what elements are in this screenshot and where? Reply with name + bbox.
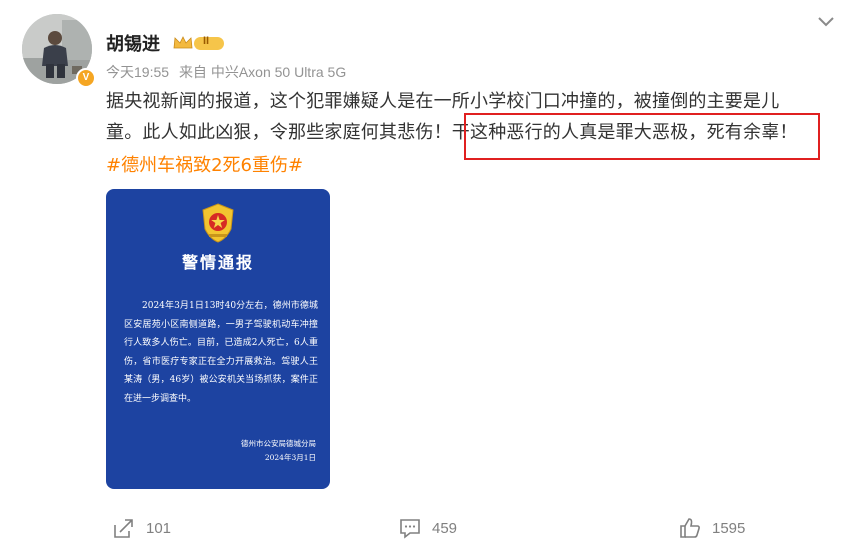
post-time[interactable]: 今天19:55 <box>106 64 169 80</box>
verified-badge-icon: V <box>76 68 96 88</box>
share-icon <box>114 519 133 538</box>
collapse-button[interactable] <box>817 14 835 28</box>
like-button[interactable]: 1595 <box>678 516 745 540</box>
comment-icon <box>400 519 420 539</box>
comment-button[interactable]: 459 <box>398 516 457 540</box>
notice-signature: 德州市公安局德城分局 2024年3月1日 <box>241 437 316 465</box>
chevron-down-icon <box>818 17 834 27</box>
post-image-police-notice[interactable]: 警情通报 2024年3月1日13时40分左右，德州市德城区安居苑小区南侧道路，一… <box>106 189 330 489</box>
action-bar: 101 459 1595 <box>0 516 849 546</box>
police-emblem-icon <box>200 203 236 247</box>
post-meta: 今天19:55 来自 中兴Axon 50 Ultra 5G <box>106 62 352 82</box>
notice-issuer: 德州市公安局德城分局 <box>241 439 316 448</box>
like-count: 1595 <box>712 519 746 537</box>
notice-date: 2024年3月1日 <box>264 453 316 462</box>
share-button[interactable]: 101 <box>112 516 171 540</box>
comment-count: 459 <box>432 519 458 537</box>
vip-badge[interactable]: II <box>172 34 226 52</box>
crown-icon <box>173 36 224 50</box>
hashtag-link[interactable]: #德州车祸致2死6重伤# <box>106 150 303 181</box>
vip-level: II <box>203 35 210 47</box>
share-count: 101 <box>146 519 172 537</box>
post-source: 来自 中兴Axon 50 Ultra 5G <box>178 64 347 80</box>
highlight-annotation-box <box>464 113 820 160</box>
notice-body: 2024年3月1日13时40分左右，德州市德城区安居苑小区南侧道路，一男子驾驶机… <box>124 301 318 404</box>
username[interactable]: 胡锡进 <box>106 30 160 56</box>
thumbs-up-icon <box>680 518 700 538</box>
notice-title: 警情通报 <box>181 253 254 272</box>
